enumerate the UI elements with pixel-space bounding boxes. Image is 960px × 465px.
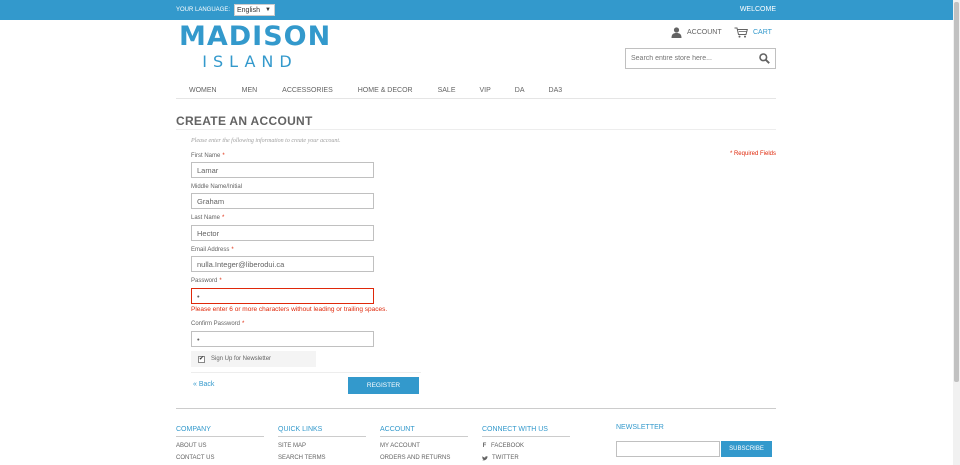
scrollbar-thumb[interactable] xyxy=(954,2,959,382)
nav-item-women[interactable]: WOMEN xyxy=(189,82,217,98)
footer-link-my-account[interactable]: MY ACCOUNT xyxy=(380,443,468,449)
footer-divider xyxy=(176,408,776,409)
nav-item-men[interactable]: MEN xyxy=(242,82,258,98)
nav-item-sale[interactable]: SALE xyxy=(438,82,456,98)
middle-name-field[interactable] xyxy=(191,193,374,209)
form-intro: Please enter the following information t… xyxy=(191,138,341,144)
email-label: Email Address * xyxy=(191,247,234,253)
newsletter-email-input[interactable] xyxy=(616,441,720,457)
footer-link-search-terms[interactable]: SEARCH TERMS xyxy=(278,455,366,461)
back-link[interactable]: « Back xyxy=(193,381,214,388)
divider xyxy=(191,372,421,373)
top-bar: YOUR LANGUAGE: English ▼ WELCOME xyxy=(0,0,960,20)
account-link[interactable]: ACCOUNT xyxy=(671,26,722,38)
footer-link-site-map[interactable]: SITE MAP xyxy=(278,443,366,449)
nav-item-home-decor[interactable]: HOME & DECOR xyxy=(358,82,413,98)
confirm-password-label-text: Confirm Password xyxy=(191,321,241,327)
last-name-label-text: Last Name xyxy=(191,215,221,221)
required-fields-note: * Required Fields xyxy=(729,151,776,157)
divider xyxy=(176,129,776,130)
required-mark: * xyxy=(222,215,225,221)
footer-link-facebook[interactable]: f FACEBOOK xyxy=(482,443,570,449)
footer-account: ACCOUNT MY ACCOUNT ORDERS AND RETURNS xyxy=(380,426,468,461)
register-button[interactable]: REGISTER xyxy=(348,377,419,394)
first-name-label-text: First Name xyxy=(191,153,221,159)
footer-link-contact-us[interactable]: CONTACT US xyxy=(176,455,264,461)
required-mark: * xyxy=(242,321,245,327)
footer-connect-title: CONNECT WITH US xyxy=(482,426,570,437)
confirm-password-label: Confirm Password * xyxy=(191,321,244,327)
search-box xyxy=(625,48,776,69)
cart-label: CART xyxy=(753,28,772,36)
required-mark: * xyxy=(222,153,225,159)
main-nav: WOMEN MEN ACCESSORIES HOME & DECOR SALE … xyxy=(176,82,776,99)
logo-line-2: ISLAND xyxy=(202,52,298,71)
required-mark: * xyxy=(219,278,222,284)
password-label: Password * xyxy=(191,278,222,284)
footer-account-title: ACCOUNT xyxy=(380,426,468,437)
first-name-label: First Name * xyxy=(191,153,225,159)
language-value: English xyxy=(237,7,260,14)
store-logo[interactable]: MADISON ISLAND xyxy=(179,21,332,74)
email-label-text: Email Address xyxy=(191,247,230,253)
email-field[interactable] xyxy=(191,256,374,272)
search-icon[interactable] xyxy=(759,53,770,64)
chevron-down-icon: ▼ xyxy=(265,7,271,13)
password-field[interactable] xyxy=(191,288,374,304)
scrollbar[interactable] xyxy=(953,0,960,465)
footer-link-twitter[interactable]: TWITTER xyxy=(482,455,570,461)
subscribe-button[interactable]: SUBSCRIBE xyxy=(721,441,772,457)
footer-newsletter-title: NEWSLETTER xyxy=(616,424,664,431)
footer-link-about-us[interactable]: ABOUT US xyxy=(176,443,264,449)
newsletter-checkbox-row[interactable]: ✔ Sign Up for Newsletter xyxy=(191,351,316,367)
welcome-message: WELCOME xyxy=(739,6,776,13)
facebook-icon: f xyxy=(482,443,487,449)
footer-connect: CONNECT WITH US f FACEBOOK TWITTER xyxy=(482,426,570,461)
last-name-label: Last Name * xyxy=(191,215,224,221)
middle-name-label: Middle Name/Initial xyxy=(191,184,242,190)
language-select[interactable]: English ▼ xyxy=(234,4,275,16)
language-label: YOUR LANGUAGE: xyxy=(176,7,231,13)
cart-icon xyxy=(734,27,748,38)
search-input[interactable] xyxy=(626,49,751,68)
logo-line-1: MADISON xyxy=(179,21,332,52)
nav-item-vip[interactable]: VIP xyxy=(480,82,491,98)
password-error-message: Please enter 6 or more characters withou… xyxy=(191,306,388,313)
newsletter-checkbox[interactable]: ✔ xyxy=(198,355,205,363)
middle-name-label-text: Middle Name/Initial xyxy=(191,184,243,190)
twitter-icon xyxy=(482,455,488,460)
cart-link[interactable]: CART xyxy=(734,26,772,38)
footer-link-orders-returns[interactable]: ORDERS AND RETURNS xyxy=(380,455,468,461)
nav-item-da3[interactable]: DA3 xyxy=(549,82,563,98)
nav-item-da[interactable]: DA xyxy=(515,82,525,98)
footer-company: COMPANY ABOUT US CONTACT US xyxy=(176,426,264,461)
facebook-label: FACEBOOK xyxy=(491,443,525,449)
nav-item-accessories[interactable]: ACCESSORIES xyxy=(282,82,333,98)
page-title: CREATE AN ACCOUNT xyxy=(176,114,313,128)
last-name-field[interactable] xyxy=(191,225,374,241)
account-label: ACCOUNT xyxy=(687,28,722,36)
confirm-password-field[interactable] xyxy=(191,331,374,347)
twitter-label: TWITTER xyxy=(492,455,519,461)
user-icon xyxy=(671,26,682,38)
first-name-field[interactable] xyxy=(191,162,374,178)
footer-company-title: COMPANY xyxy=(176,426,264,437)
footer-quick-links-title: QUICK LINKS xyxy=(278,426,366,437)
password-label-text: Password xyxy=(191,278,218,284)
newsletter-checkbox-label: Sign Up for Newsletter xyxy=(211,356,272,362)
footer-quick-links: QUICK LINKS SITE MAP SEARCH TERMS xyxy=(278,426,366,461)
required-mark: * xyxy=(231,247,234,253)
